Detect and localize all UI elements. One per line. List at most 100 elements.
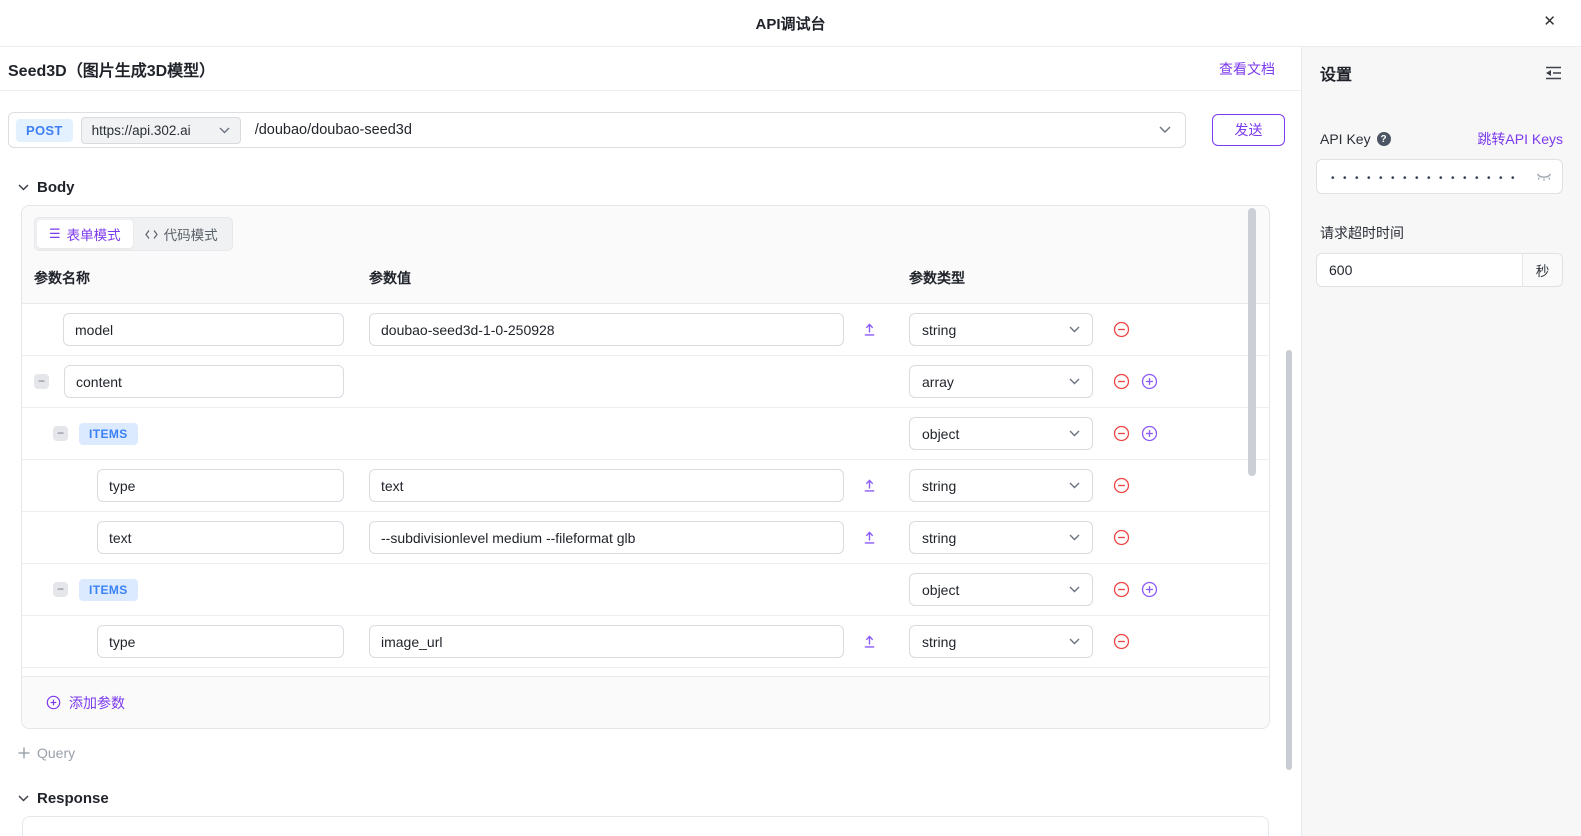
chevron-down-icon <box>1069 430 1080 437</box>
param-type-select[interactable]: string <box>909 625 1093 658</box>
param-name-cell: − <box>34 365 369 398</box>
query-section-header[interactable]: Query <box>18 745 1301 761</box>
collapse-row-button[interactable]: − <box>53 426 68 441</box>
code-icon <box>144 229 158 239</box>
param-name-input[interactable] <box>64 365 344 398</box>
tab-form-label: 表单模式 <box>66 228 121 243</box>
param-name-input[interactable] <box>63 313 344 346</box>
row-actions <box>1113 373 1158 390</box>
param-name-input[interactable] <box>97 469 344 502</box>
add-param-button[interactable]: 添加参数 <box>46 693 125 713</box>
collapse-panel-icon[interactable] <box>1543 65 1563 81</box>
param-type-cell: string <box>909 625 1113 658</box>
response-section-header[interactable]: Response <box>18 790 1301 807</box>
param-name-input[interactable] <box>97 521 344 554</box>
param-type-cell: string <box>909 469 1113 502</box>
param-value-input[interactable] <box>369 469 844 502</box>
param-table-row: string <box>22 616 1269 668</box>
upload-icon[interactable] <box>862 322 877 337</box>
column-name-label: 参数名称 <box>34 270 90 286</box>
param-value-cell <box>369 521 909 554</box>
path-input[interactable] <box>254 122 1159 138</box>
help-icon[interactable]: ? <box>1376 132 1391 146</box>
param-type-select[interactable]: string <box>909 469 1093 502</box>
body-section-label: Body <box>37 179 75 196</box>
add-child-param-icon[interactable] <box>1141 581 1158 598</box>
param-type-cell: string <box>909 313 1113 346</box>
close-icon[interactable]: ✕ <box>1543 14 1556 29</box>
chevron-down-icon <box>219 127 230 133</box>
timeout-input-group: 秒 <box>1316 253 1563 287</box>
param-type-value: object <box>922 425 960 442</box>
view-docs-link[interactable]: 查看文档 <box>1219 59 1275 79</box>
items-badge: ITEMS <box>79 422 138 445</box>
param-table-row: − ITEMS object <box>22 564 1269 616</box>
param-rows: string − array <box>22 304 1269 668</box>
remove-param-icon[interactable] <box>1113 321 1130 338</box>
table-scrollbar-thumb[interactable] <box>1248 208 1256 476</box>
query-section-label: Query <box>37 745 76 761</box>
remove-param-icon[interactable] <box>1113 581 1130 598</box>
remove-param-icon[interactable] <box>1113 633 1130 650</box>
param-value-input[interactable] <box>369 625 844 658</box>
row-actions <box>1113 633 1130 650</box>
base-url-select[interactable]: https://api.302.ai <box>80 116 241 144</box>
param-table-row: string <box>22 460 1269 512</box>
param-value-input[interactable] <box>369 521 844 554</box>
upload-icon[interactable] <box>862 530 877 545</box>
param-type-value: string <box>922 321 957 338</box>
timeout-unit: 秒 <box>1522 254 1562 286</box>
tab-code-mode[interactable]: 代码模式 <box>133 220 230 248</box>
row-actions <box>1113 477 1130 494</box>
param-type-select[interactable]: string <box>909 313 1093 346</box>
param-type-value: string <box>922 633 957 650</box>
api-key-input[interactable]: •••••••••••••••• <box>1316 159 1563 194</box>
upload-icon[interactable] <box>862 478 877 493</box>
page-scrollbar-thumb[interactable] <box>1286 350 1292 770</box>
param-value-input[interactable] <box>369 313 844 346</box>
param-type-select[interactable]: array <box>909 365 1093 398</box>
param-type-select[interactable]: string <box>909 521 1093 554</box>
card-footer: 添加参数 <box>22 676 1269 728</box>
remove-param-icon[interactable] <box>1113 477 1130 494</box>
param-table-row: string <box>22 304 1269 356</box>
param-type-select[interactable]: object <box>909 573 1093 606</box>
send-button[interactable]: 发送 <box>1212 114 1285 146</box>
upload-icon[interactable] <box>862 634 877 649</box>
param-type-cell: string <box>909 521 1113 554</box>
modal-header: API调试台 ✕ <box>0 0 1581 47</box>
api-key-masked-value: •••••••••••••••• <box>1331 172 1524 184</box>
chevron-down-icon <box>1069 534 1080 541</box>
chevron-down-icon[interactable] <box>1159 126 1171 134</box>
main-panel: Seed3D（图片生成3D模型） 查看文档 POST https://api.3… <box>0 47 1301 836</box>
param-columns-header: 参数名称 参数值 参数类型 <box>22 251 1269 304</box>
remove-param-icon[interactable] <box>1113 373 1130 390</box>
plus-icon <box>18 747 30 759</box>
remove-param-icon[interactable] <box>1113 529 1130 546</box>
param-value-cell <box>369 469 909 502</box>
param-name-cell <box>34 313 369 346</box>
param-name-input[interactable] <box>97 625 344 658</box>
collapse-row-button[interactable]: − <box>34 374 49 389</box>
tab-form-mode[interactable]: ☰ 表单模式 <box>37 220 133 248</box>
param-name-cell <box>34 625 369 658</box>
chevron-down-icon <box>1069 482 1080 489</box>
param-type-value: string <box>922 477 957 494</box>
row-actions <box>1113 321 1130 338</box>
body-section-header[interactable]: Body <box>18 179 1301 196</box>
jump-api-keys-link[interactable]: 跳转API Keys <box>1477 129 1563 149</box>
add-child-param-icon[interactable] <box>1141 425 1158 442</box>
remove-param-icon[interactable] <box>1113 425 1130 442</box>
timeout-input[interactable] <box>1317 254 1522 286</box>
eye-off-icon[interactable] <box>1536 171 1552 183</box>
param-table-row: − ITEMS object <box>22 408 1269 460</box>
list-icon: ☰ <box>49 226 61 241</box>
add-child-param-icon[interactable] <box>1141 373 1158 390</box>
collapse-row-button[interactable]: − <box>53 582 68 597</box>
param-value-cell <box>369 625 909 658</box>
row-actions <box>1113 425 1158 442</box>
response-section-label: Response <box>37 790 109 807</box>
param-type-select[interactable]: object <box>909 417 1093 450</box>
chevron-down-icon <box>1069 638 1080 645</box>
param-table-row: string <box>22 512 1269 564</box>
